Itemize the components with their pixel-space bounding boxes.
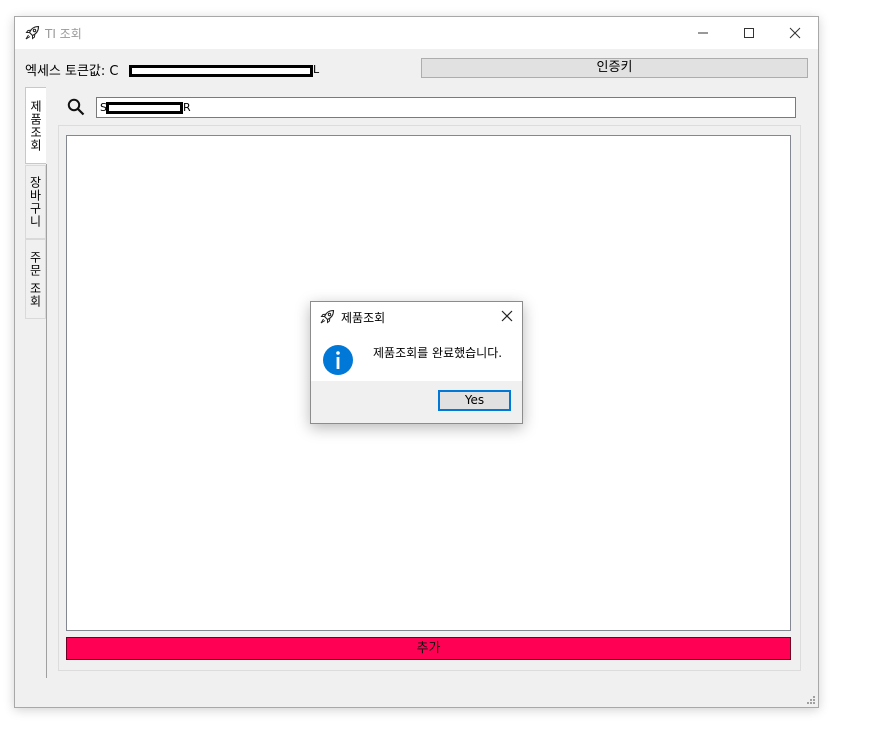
tab-panel-border — [46, 164, 47, 678]
redacted-search — [106, 102, 183, 114]
maximize-icon — [744, 28, 754, 38]
maximize-button[interactable] — [726, 17, 772, 49]
title-bar[interactable]: TI 조회 — [15, 17, 818, 49]
close-button[interactable] — [772, 17, 818, 49]
window-title: TI 조회 — [45, 27, 82, 41]
auth-key-button[interactable]: 인증키 — [421, 58, 808, 78]
rocket-icon — [25, 25, 40, 40]
search-value-suffix: R — [183, 101, 191, 114]
info-icon — [323, 345, 353, 375]
tab-product-search[interactable]: 제품조회 — [25, 87, 46, 164]
search-input[interactable]: S R — [96, 97, 796, 118]
dialog-title: 제품조회 — [341, 311, 386, 325]
close-icon — [789, 27, 801, 39]
redacted-token — [129, 65, 313, 77]
tab-label: 주문 조회 — [28, 250, 42, 308]
minimize-icon — [698, 32, 708, 34]
rocket-icon — [320, 309, 335, 324]
token-tail: L — [313, 63, 320, 76]
search-icon[interactable] — [67, 98, 85, 116]
dialog-footer: Yes — [311, 381, 522, 423]
tab-label: 제품조회 — [28, 99, 43, 152]
token-label: 엑세스 토큰값: C — [25, 64, 119, 79]
message-dialog: 제품조회 제품조회를 완료했습니다. Yes — [310, 301, 523, 424]
yes-button[interactable]: Yes — [438, 390, 511, 411]
tab-order-search[interactable]: 주문 조회 — [25, 239, 46, 319]
resize-grip-icon[interactable] — [806, 695, 816, 705]
tab-cart[interactable]: 장바구니 — [25, 165, 46, 239]
tab-label: 장바구니 — [28, 176, 42, 228]
minimize-button[interactable] — [680, 17, 726, 49]
close-icon[interactable] — [501, 310, 513, 322]
add-button[interactable]: 추가 — [66, 637, 791, 660]
dialog-message: 제품조회를 완료했습니다. — [373, 346, 503, 360]
